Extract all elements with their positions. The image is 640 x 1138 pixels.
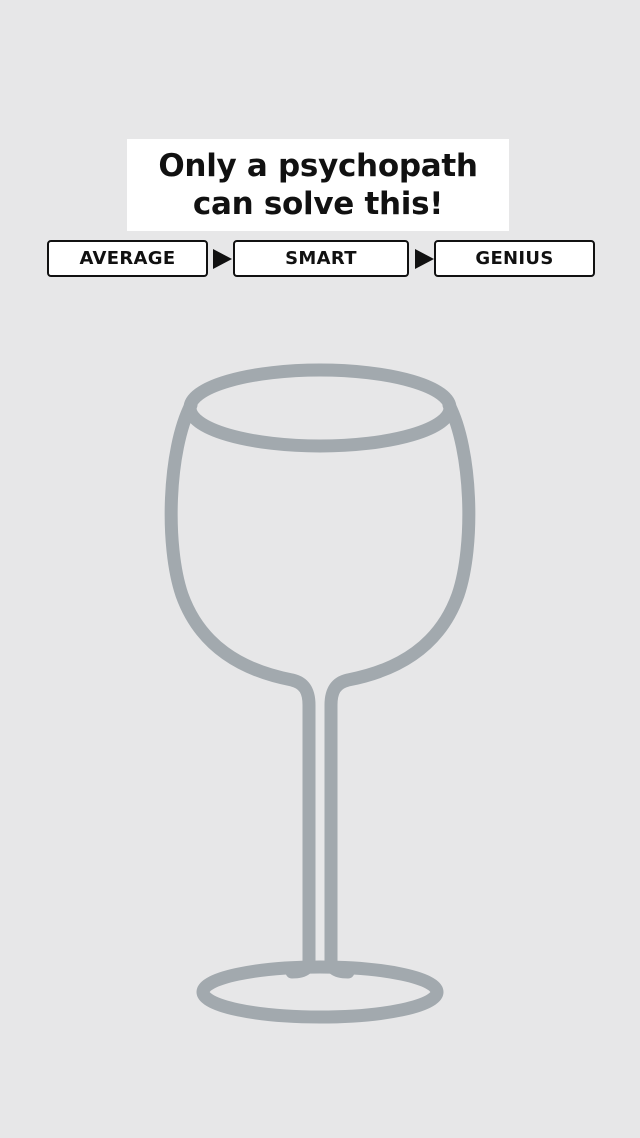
glass-rim (183, 363, 457, 453)
glass-foot (196, 960, 444, 1024)
glass-bowl-right (324, 398, 476, 979)
glass-bowl (164, 398, 316, 979)
wine-glass-icon (164, 363, 476, 1024)
